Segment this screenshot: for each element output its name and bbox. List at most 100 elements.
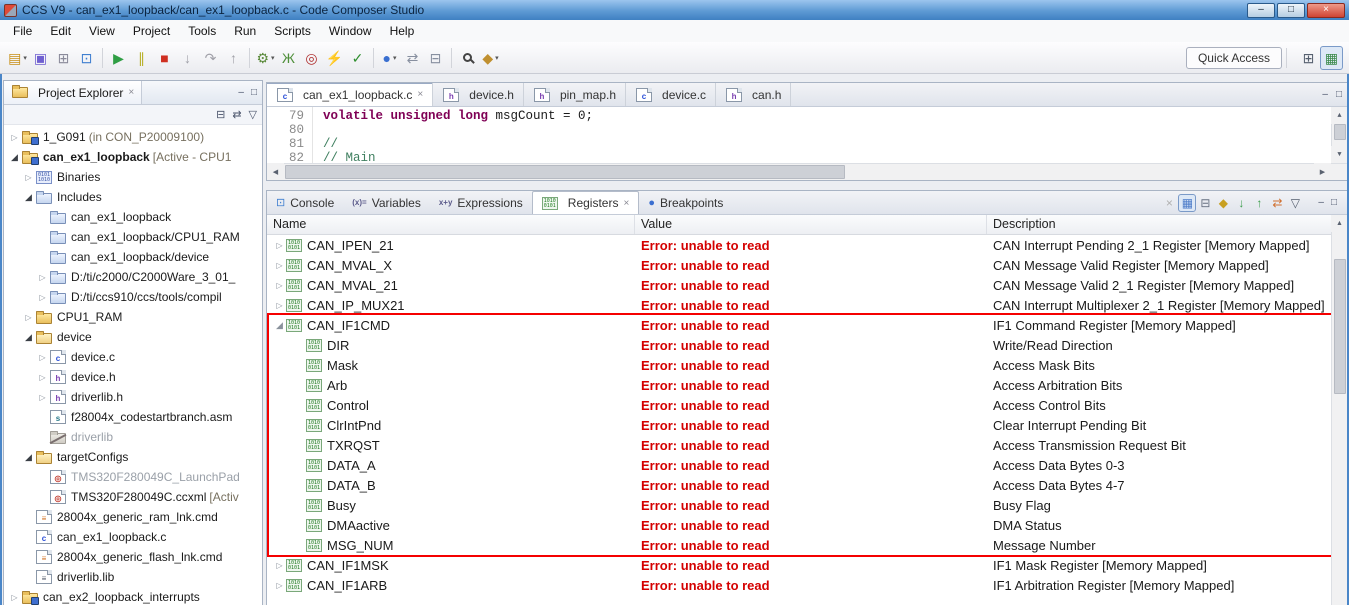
- new-target-configuration-button[interactable]: ◎: [300, 46, 323, 70]
- scroll-right-icon[interactable]: ▶: [1314, 163, 1331, 180]
- scroll-up-icon[interactable]: ▲: [1331, 107, 1348, 124]
- tab-project-explorer[interactable]: Project Explorer ×: [4, 81, 143, 104]
- tree-item-tms320f280049c-launchpad[interactable]: ◎ TMS320F280049C_LaunchPad: [4, 467, 262, 487]
- tree-item-driverlib-lib[interactable]: ≡ driverlib.lib: [4, 567, 262, 587]
- toggle-breakpoint-button[interactable]: ●: [378, 46, 401, 70]
- maximize-registers-button[interactable]: □: [1331, 197, 1337, 208]
- tree-item-f28004x-codestartbranch-asm[interactable]: s f28004x_codestartbranch.asm: [4, 407, 262, 427]
- terminate-button[interactable]: ■: [153, 46, 176, 70]
- save-all-button[interactable]: ⊞: [52, 46, 75, 70]
- tree-expander-icon[interactable]: ▷: [36, 293, 49, 302]
- tree-item-cpu1-ram[interactable]: ▷ CPU1_RAM: [4, 307, 262, 327]
- minimize-editor-button[interactable]: –: [1322, 89, 1328, 100]
- link-with-editor-icon[interactable]: ⇄: [232, 108, 241, 121]
- pin-view-button[interactable]: ◆: [1214, 194, 1232, 212]
- row-expander-icon[interactable]: ▷: [273, 241, 286, 250]
- register-row-dmaactive[interactable]: 1010 0101 DMAactive Error: unable to read DM…: [267, 515, 1348, 535]
- tree-item-d-ti-ccs910-ccs-tools-compil[interactable]: ▷ D:/ti/ccs910/ccs/tools/compil: [4, 287, 262, 307]
- row-expander-icon[interactable]: ◢: [273, 320, 286, 331]
- tree-item-includes[interactable]: ◢ Includes: [4, 187, 262, 207]
- menu-edit[interactable]: Edit: [41, 21, 80, 41]
- register-row-can-if1msk[interactable]: ▷ 1010 0101 CAN_IF1MSK Error: unable to read…: [267, 555, 1348, 575]
- register-row-can-ipen-21[interactable]: ▷ 1010 0101 CAN_IPEN_21 Error: unable to rea…: [267, 235, 1348, 255]
- tree-item-targetconfigs[interactable]: ◢ targetConfigs: [4, 447, 262, 467]
- register-row-clrintpnd[interactable]: 1010 0101 ClrIntPnd Error: unable to read Cl…: [267, 415, 1348, 435]
- editor-code[interactable]: volatile unsigned long msgCount = 0; ///…: [313, 107, 1348, 163]
- scroll-down-icon[interactable]: ▼: [1331, 146, 1348, 163]
- step-into-button[interactable]: ↓: [176, 46, 199, 70]
- scroll-up-icon[interactable]: ▲: [1331, 215, 1348, 232]
- tab-console[interactable]: ⊡ Console: [267, 191, 343, 214]
- tree-expander-icon[interactable]: ▷: [36, 273, 49, 282]
- tree-expander-icon[interactable]: ▷: [8, 593, 21, 602]
- tab-breakpoints[interactable]: ● Breakpoints: [639, 191, 732, 214]
- tree-item-can-ex1-loopback-c[interactable]: c can_ex1_loopback.c: [4, 527, 262, 547]
- tree-item-binaries[interactable]: ▷ 0101 1010 Binaries: [4, 167, 262, 187]
- row-expander-icon[interactable]: ▷: [273, 561, 286, 570]
- menu-project[interactable]: Project: [124, 21, 179, 41]
- tree-expander-icon[interactable]: ◢: [22, 452, 35, 463]
- minimize-registers-button[interactable]: –: [1318, 197, 1324, 208]
- editor-tab-can-ex1-loopback-c[interactable]: c can_ex1_loopback.c ×: [267, 83, 434, 106]
- close-icon[interactable]: ×: [623, 198, 629, 209]
- editor-tab-device-h[interactable]: h device.h: [433, 83, 524, 106]
- tree-item-driverlib[interactable]: driverlib: [4, 427, 262, 447]
- maximize-panel-button[interactable]: □: [251, 87, 257, 98]
- view-menu-icon[interactable]: ▽: [249, 108, 257, 121]
- tree-item-device-c[interactable]: ▷ c device.c: [4, 347, 262, 367]
- column-header-name[interactable]: Name: [267, 215, 635, 234]
- tree-item-driverlib-h[interactable]: ▷ h driverlib.h: [4, 387, 262, 407]
- register-row-control[interactable]: 1010 0101 Control Error: unable to read Acce…: [267, 395, 1348, 415]
- maximize-button[interactable]: □: [1277, 2, 1305, 18]
- close-icon[interactable]: ×: [128, 87, 134, 98]
- suspend-button[interactable]: ∥: [130, 46, 153, 70]
- row-expander-icon[interactable]: ▷: [273, 261, 286, 270]
- collapse-all-icon[interactable]: ⊟: [216, 108, 225, 121]
- maximize-editor-button[interactable]: □: [1336, 89, 1342, 100]
- close-icon[interactable]: ×: [417, 89, 423, 100]
- trace-button[interactable]: ◆: [479, 46, 502, 70]
- tree-expander-icon[interactable]: ▷: [36, 373, 49, 382]
- menu-window[interactable]: Window: [320, 21, 381, 41]
- tree-expander-icon[interactable]: ▷: [8, 133, 21, 142]
- tree-expander-icon[interactable]: ▷: [36, 393, 49, 402]
- search-button[interactable]: [456, 46, 479, 70]
- tree-item-device-h[interactable]: ▷ h device.h: [4, 367, 262, 387]
- tree-item-28004x-generic-flash-lnk-cmd[interactable]: ≡ 28004x_generic_flash_lnk.cmd: [4, 547, 262, 567]
- tree-item-can-ex1-loopback[interactable]: can_ex1_loopback: [4, 207, 262, 227]
- tree-item-d-ti-c2000-c2000ware-3-01[interactable]: ▷ D:/ti/c2000/C2000Ware_3_01_: [4, 267, 262, 287]
- tree-expander-icon[interactable]: ◢: [22, 332, 35, 343]
- reset-views-button[interactable]: ⊟: [424, 46, 447, 70]
- tree-item-can-ex1-loopback[interactable]: ◢ can_ex1_loopback [Active - CPU1: [4, 147, 262, 167]
- debug-button[interactable]: Ж: [277, 46, 300, 70]
- tree-item-can-ex1-loopback-device[interactable]: can_ex1_loopback/device: [4, 247, 262, 267]
- menu-help[interactable]: Help: [381, 21, 424, 41]
- tree-item-can-ex1-loopback-cpu1-ram[interactable]: can_ex1_loopback/CPU1_RAM: [4, 227, 262, 247]
- ccs-edit-perspective-button[interactable]: ▦: [1320, 45, 1343, 70]
- register-row-can-mval-x[interactable]: ▷ 1010 0101 CAN_MVAL_X Error: unable to read…: [267, 255, 1348, 275]
- menu-scripts[interactable]: Scripts: [265, 21, 320, 41]
- editor-vertical-scrollbar[interactable]: ▲ ▼: [1331, 107, 1348, 163]
- register-row-can-if1arb[interactable]: ▷ 1010 0101 CAN_IF1ARB Error: unable to read…: [267, 575, 1348, 595]
- sync-button[interactable]: ⇄: [401, 46, 424, 70]
- editor-tab-pin-map-h[interactable]: h pin_map.h: [524, 83, 627, 106]
- import-registers-button[interactable]: ↓: [1232, 194, 1250, 212]
- tree-expander-icon[interactable]: ▷: [36, 353, 49, 362]
- tree-expander-icon[interactable]: ◢: [8, 152, 21, 163]
- register-row-busy[interactable]: 1010 0101 Busy Error: unable to read Busy Fl…: [267, 495, 1348, 515]
- step-return-button[interactable]: ↑: [222, 46, 245, 70]
- show-console-button[interactable]: ⊡: [75, 46, 98, 70]
- tree-expander-icon[interactable]: ▷: [22, 173, 35, 182]
- menu-tools[interactable]: Tools: [179, 21, 225, 41]
- editor-tab-device-c[interactable]: c device.c: [626, 83, 717, 106]
- tab-registers[interactable]: 1010 0101 Registers ×: [531, 191, 640, 214]
- remove-all-button[interactable]: ×: [1160, 194, 1178, 212]
- column-header-description[interactable]: Description: [987, 215, 1348, 234]
- register-row-data-a[interactable]: 1010 0101 DATA_A Error: unable to read Acces…: [267, 455, 1348, 475]
- tree-item-device[interactable]: ◢ device: [4, 327, 262, 347]
- editor-tab-can-h[interactable]: h can.h: [716, 83, 792, 106]
- build-button[interactable]: ⚙: [254, 46, 277, 70]
- editor-horizontal-scrollbar[interactable]: ◀ ▶: [267, 163, 1348, 180]
- verify-button[interactable]: ✓: [346, 46, 369, 70]
- refresh-button[interactable]: ⇄: [1268, 194, 1286, 212]
